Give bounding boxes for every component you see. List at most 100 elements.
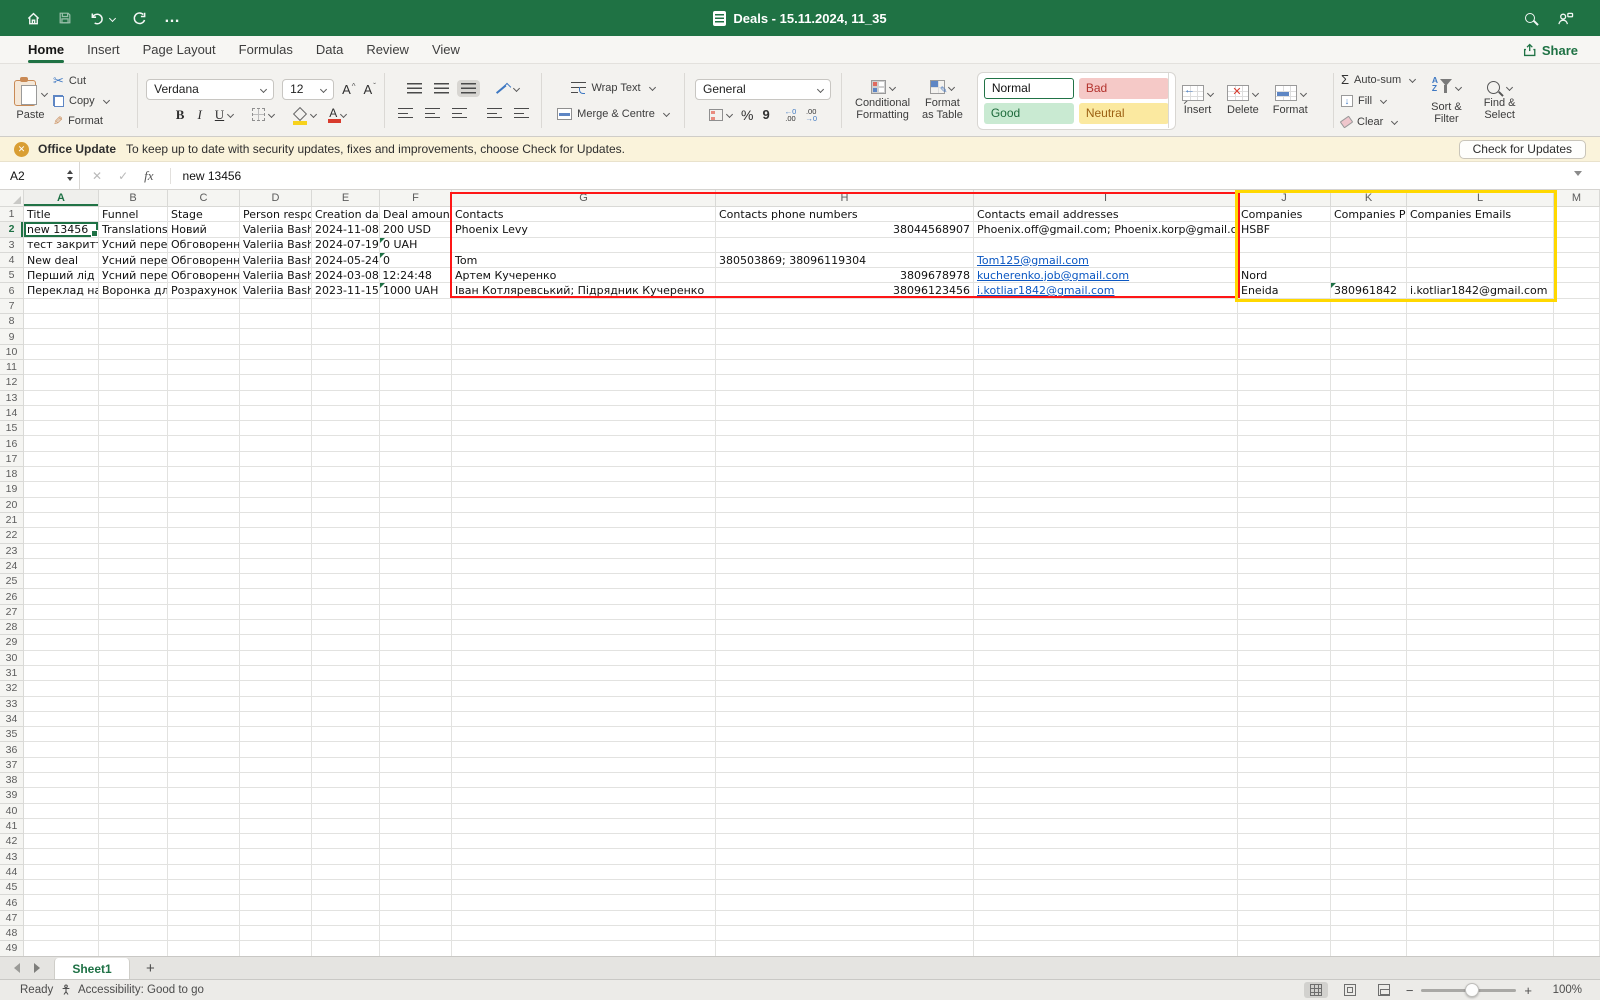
cell-B17[interactable] [99,452,168,467]
cell-D48[interactable] [240,926,312,941]
cell-F24[interactable] [380,559,452,574]
cell-B4[interactable]: Усний перек [99,253,168,268]
cell-E46[interactable] [312,895,380,910]
cell-I11[interactable] [974,360,1238,375]
cell-J8[interactable] [1238,314,1331,329]
cell-I4[interactable]: Tom125@gmail.com [974,253,1238,268]
cell-F49[interactable] [380,941,452,956]
cell-E41[interactable] [312,819,380,834]
cell-E43[interactable] [312,849,380,864]
cell-J14[interactable] [1238,406,1331,421]
row-header-37[interactable]: 37 [0,758,24,773]
cell-B24[interactable] [99,559,168,574]
cell-E16[interactable] [312,436,380,451]
cell-M30[interactable] [1554,651,1600,666]
cell-M47[interactable] [1554,911,1600,926]
cell-C31[interactable] [168,666,240,681]
style-good[interactable]: Good [984,103,1074,124]
cell-C15[interactable] [168,421,240,436]
cell-H35[interactable] [716,727,974,742]
cell-D44[interactable] [240,865,312,880]
row-header-49[interactable]: 49 [0,941,24,956]
number-format-select[interactable]: General [695,79,831,100]
cell-K21[interactable] [1331,513,1407,528]
row-header-38[interactable]: 38 [0,773,24,788]
cell-A46[interactable] [24,895,99,910]
cell-F9[interactable] [380,329,452,344]
cell-K46[interactable] [1331,895,1407,910]
cell-L33[interactable] [1407,697,1554,712]
cell-H18[interactable] [716,467,974,482]
cell-D45[interactable] [240,880,312,895]
cell-G43[interactable] [452,849,716,864]
cell-A17[interactable] [24,452,99,467]
row-header-36[interactable]: 36 [0,742,24,757]
cell-E11[interactable] [312,360,380,375]
cell-H22[interactable] [716,528,974,543]
cell-D19[interactable] [240,482,312,497]
cell-E24[interactable] [312,559,380,574]
cell-L32[interactable] [1407,681,1554,696]
update-alert-icon[interactable]: ✕ [14,142,29,157]
cell-F2[interactable]: 200 USD [380,222,452,237]
cell-K26[interactable] [1331,589,1407,604]
column-header-M[interactable]: M [1554,190,1600,207]
cell-A45[interactable] [24,880,99,895]
cell-H13[interactable] [716,391,974,406]
normal-view-button[interactable] [1304,982,1328,998]
cell-L10[interactable] [1407,345,1554,360]
column-header-H[interactable]: H [716,190,974,207]
cell-A4[interactable]: New deal [24,253,99,268]
cell-D41[interactable] [240,819,312,834]
column-header-F[interactable]: F [380,190,452,207]
cell-H21[interactable] [716,513,974,528]
cell-I42[interactable] [974,834,1238,849]
cell-E45[interactable] [312,880,380,895]
cell-M24[interactable] [1554,559,1600,574]
cell-H40[interactable] [716,804,974,819]
cell-E2[interactable]: 2024-11-08 [312,222,380,237]
cell-J36[interactable] [1238,742,1331,757]
cell-I13[interactable] [974,391,1238,406]
cell-H39[interactable] [716,788,974,803]
cell-G17[interactable] [452,452,716,467]
cell-A11[interactable] [24,360,99,375]
cell-E49[interactable] [312,941,380,956]
cell-A36[interactable] [24,742,99,757]
cell-C34[interactable] [168,712,240,727]
cell-C10[interactable] [168,345,240,360]
row-header-2[interactable]: 2 [0,222,24,237]
cell-B1[interactable]: Funnel [99,207,168,222]
cell-B18[interactable] [99,467,168,482]
cell-D27[interactable] [240,605,312,620]
cell-J40[interactable] [1238,804,1331,819]
cell-I28[interactable] [974,620,1238,635]
cell-J20[interactable] [1238,498,1331,513]
cell-G36[interactable] [452,742,716,757]
cell-I27[interactable] [974,605,1238,620]
cell-J46[interactable] [1238,895,1331,910]
cell-A28[interactable] [24,620,99,635]
cell-H2[interactable]: 38044568907 [716,222,974,237]
cell-J9[interactable] [1238,329,1331,344]
cell-B41[interactable] [99,819,168,834]
cell-A39[interactable] [24,788,99,803]
row-header-22[interactable]: 22 [0,528,24,543]
cell-M33[interactable] [1554,697,1600,712]
cell-J21[interactable] [1238,513,1331,528]
row-header-35[interactable]: 35 [0,727,24,742]
cell-F18[interactable] [380,467,452,482]
cell-K32[interactable] [1331,681,1407,696]
cell-K30[interactable] [1331,651,1407,666]
cell-L22[interactable] [1407,528,1554,543]
cell-H29[interactable] [716,635,974,650]
row-header-17[interactable]: 17 [0,452,24,467]
cell-E30[interactable] [312,651,380,666]
fill-color-icon[interactable] [293,108,307,122]
cell-M4[interactable] [1554,253,1600,268]
copy-button[interactable]: Copy [53,91,109,110]
cell-H37[interactable] [716,758,974,773]
paste-button[interactable]: Paste [8,80,53,121]
cell-G31[interactable] [452,666,716,681]
cell-J42[interactable] [1238,834,1331,849]
